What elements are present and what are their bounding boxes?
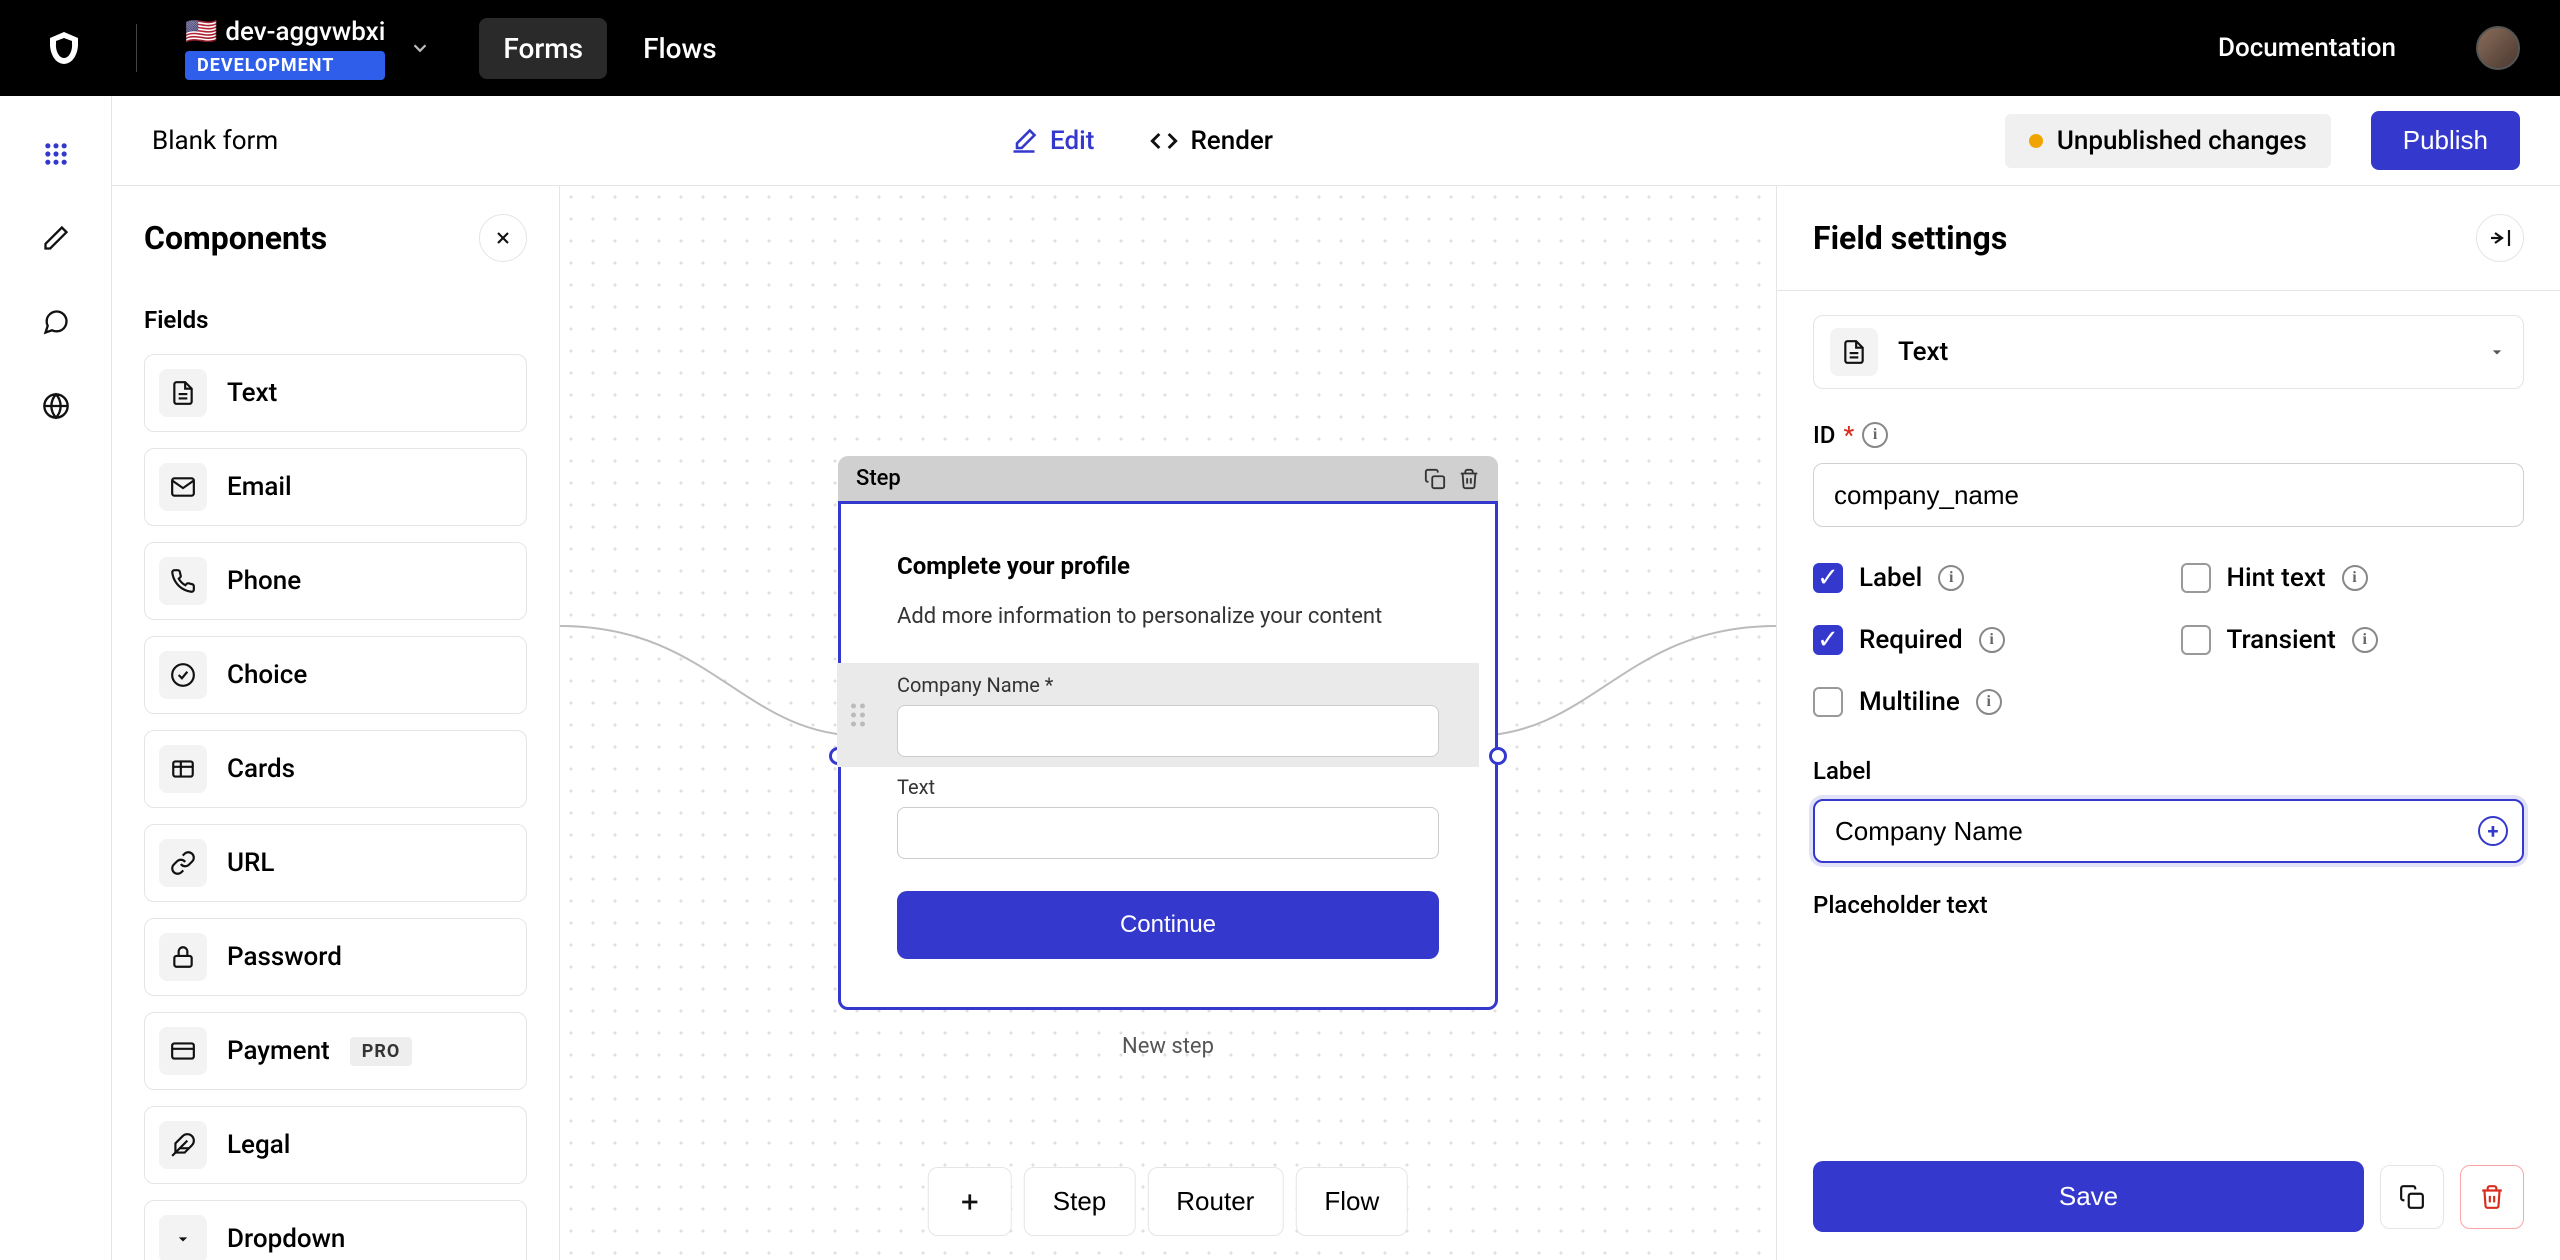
mode-edit[interactable]: Edit [1002,116,1102,166]
mode-render[interactable]: Render [1142,116,1281,166]
globe-icon[interactable] [38,388,74,424]
text-input-preview [897,807,1439,859]
toolbar-flow-button[interactable]: Flow [1295,1167,1408,1236]
chat-icon[interactable] [38,304,74,340]
check-label[interactable]: ✓Labeli [1813,563,2157,593]
info-icon: i [2352,627,2378,653]
lock-icon [159,933,207,981]
component-password[interactable]: Password [144,918,527,996]
avatar[interactable] [2476,26,2520,70]
placeholder-heading: Placeholder text [1813,891,2524,919]
info-icon: i [1938,565,1964,591]
field-settings-title: Field settings [1813,219,2007,257]
duplicate-button[interactable] [2380,1165,2444,1229]
check-required[interactable]: ✓Requiredi [1813,625,2157,655]
sidebar-rail [0,96,112,1260]
component-url[interactable]: URL [144,824,527,902]
new-step-label[interactable]: New step [838,1034,1498,1059]
component-choice[interactable]: Choice [144,636,527,714]
documentation-link[interactable]: Documentation [2218,33,2396,63]
components-panel: Components Fields Text Email Phone Choice Ca… [112,186,560,1260]
step-header[interactable]: Step [838,456,1498,501]
continue-button[interactable]: Continue [897,891,1439,959]
canvas-field-text[interactable]: Text [837,765,1479,869]
chevron-down-icon [409,37,431,59]
publish-status: Unpublished changes [2005,114,2331,168]
caret-down-icon [159,1215,207,1260]
toolbar-step-button[interactable]: Step [1024,1167,1136,1236]
step-card[interactable]: Complete your profile Add more informati… [838,501,1498,1010]
drag-handle-icon[interactable] [851,704,865,727]
check-transient[interactable]: Transienti [2181,625,2525,655]
info-icon: i [1976,689,2002,715]
pencil-icon[interactable] [38,220,74,256]
publish-button[interactable]: Publish [2371,111,2520,170]
topbar: 🇺🇸dev-aggvwbxi DEVELOPMENT Forms Flows D… [0,0,2560,96]
close-icon[interactable] [479,214,527,262]
document-icon [1830,328,1878,376]
info-icon: i [2342,565,2368,591]
feather-icon [159,1121,207,1169]
component-legal[interactable]: Legal [144,1106,527,1184]
section-fields: Fields [112,290,559,354]
id-input[interactable] [1813,463,2524,527]
phone-icon [159,557,207,605]
collapse-icon[interactable] [2476,214,2524,262]
check-multiline[interactable]: Multilinei [1813,687,2157,717]
link-icon [159,839,207,887]
component-dropdown[interactable]: Dropdown [144,1200,527,1260]
subheader: Blank form Edit Render Unpublished chang… [112,96,2560,186]
credit-card-icon [159,1027,207,1075]
nav-tab-flows[interactable]: Flows [619,18,741,79]
cards-icon [159,745,207,793]
check-hint[interactable]: Hint texti [2181,563,2525,593]
step-subtitle: Add more information to personalize your… [897,600,1439,633]
id-label: ID*i [1813,421,2524,449]
status-dot-icon [2029,134,2043,148]
trash-icon[interactable] [1458,468,1480,490]
document-icon [159,369,207,417]
tenant-name: dev-aggvwbxi [225,17,385,47]
component-cards[interactable]: Cards [144,730,527,808]
component-text[interactable]: Text [144,354,527,432]
brand-logo[interactable] [40,24,88,72]
field-settings-panel: Field settings Text ID*i [1776,186,2560,1260]
save-button[interactable]: Save [1813,1161,2364,1232]
label-input[interactable] [1813,799,2524,863]
field-type-select[interactable]: Text [1813,315,2524,389]
apps-icon[interactable] [38,136,74,172]
components-title: Components [144,219,327,257]
add-variable-icon[interactable]: + [2478,816,2508,846]
component-email[interactable]: Email [144,448,527,526]
caret-down-icon [2487,342,2507,362]
canvas[interactable]: Step Complete your profile Add more info… [560,186,1776,1260]
node-port-right[interactable] [1489,747,1507,765]
nav-tab-forms[interactable]: Forms [479,18,607,79]
delete-button[interactable] [2460,1165,2524,1229]
step-title: Complete your profile [897,552,1439,580]
check-circle-icon [159,651,207,699]
component-payment[interactable]: PaymentPRO [144,1012,527,1090]
tenant-selector[interactable]: 🇺🇸dev-aggvwbxi DEVELOPMENT [185,17,431,80]
pro-badge: PRO [350,1037,413,1066]
component-phone[interactable]: Phone [144,542,527,620]
label-heading: Label [1813,757,2524,785]
info-icon[interactable]: i [1862,422,1888,448]
toolbar-router-button[interactable]: Router [1147,1167,1283,1236]
canvas-toolbar: Step Router Flow [928,1167,1408,1236]
info-icon: i [1979,627,2005,653]
form-title: Blank form [152,126,278,156]
mail-icon [159,463,207,511]
add-button[interactable] [928,1167,1012,1236]
company-name-input-preview [897,705,1439,757]
copy-icon[interactable] [1424,468,1446,490]
canvas-field-company-name[interactable]: Company Name * [837,663,1479,767]
environment-badge: DEVELOPMENT [185,51,385,80]
